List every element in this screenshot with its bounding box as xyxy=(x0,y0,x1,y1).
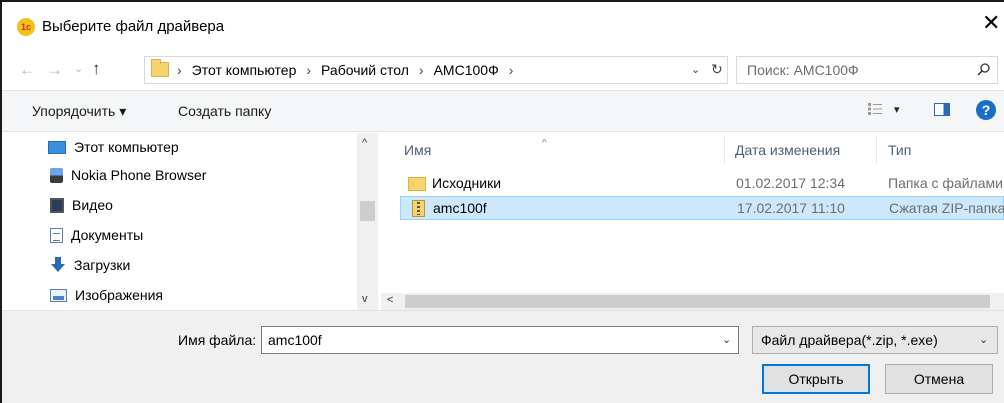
zip-folder-icon xyxy=(412,200,425,217)
scroll-thumb[interactable] xyxy=(405,295,990,308)
chevron-down-icon[interactable]: ⌄ xyxy=(691,63,700,76)
close-icon[interactable]: ✕ xyxy=(982,12,1000,34)
file-row-selected[interactable]: amc100f 17.02.2017 11:10 Сжатая ZIP-папк… xyxy=(400,196,1004,220)
file-type: Сжатая ZIP-папка xyxy=(889,200,1004,216)
open-button[interactable]: Открыть xyxy=(762,364,870,394)
sidebar-item-documents[interactable]: Документы xyxy=(50,227,143,243)
view-options-icon[interactable] xyxy=(868,103,882,115)
organize-button[interactable]: Упорядочить ▾ xyxy=(32,103,126,120)
file-row[interactable]: Исходники 01.02.2017 12:34 Папка с файла… xyxy=(400,172,1004,196)
sidebar-item-label: Видео xyxy=(72,197,113,213)
navigation-pane: Этот компьютер Nokia Phone Browser Видео… xyxy=(2,133,378,310)
navigation-scrollbar[interactable]: ^ v xyxy=(357,133,378,310)
chevron-down-icon[interactable]: ⌄ xyxy=(979,333,988,346)
command-bar: Упорядочить ▾ Создать папку ▾ ? xyxy=(2,90,1004,132)
dialog-footer: Имя файла: amc100f ⌄ Файл драйвера(*.zip… xyxy=(2,310,1004,403)
app-logo-icon: 1с xyxy=(17,18,35,36)
back-arrow-icon[interactable]: ← xyxy=(19,60,36,80)
preview-pane-icon[interactable] xyxy=(934,103,950,116)
breadcrumb: › Этот компьютер › Рабочий стол › АМС100… xyxy=(177,62,513,78)
sidebar-item-label: Изображения xyxy=(75,287,163,303)
sidebar-item-this-pc[interactable]: Этот компьютер xyxy=(48,139,179,155)
column-header-type[interactable]: Тип xyxy=(888,142,911,158)
chevron-right-icon[interactable]: › xyxy=(509,62,514,78)
file-name: amc100f xyxy=(433,200,487,216)
column-header-name[interactable]: Имя xyxy=(404,142,431,158)
chevron-right-icon[interactable]: › xyxy=(306,62,311,78)
up-arrow-icon[interactable]: ↑ xyxy=(92,59,101,79)
pictures-icon xyxy=(50,288,67,302)
sidebar-item-label: Загрузки xyxy=(74,257,131,273)
breadcrumb-item[interactable]: АМС100Ф xyxy=(434,62,499,78)
file-type: Папка с файлами xyxy=(888,175,1003,191)
sidebar-item-nokia[interactable]: Nokia Phone Browser xyxy=(50,167,206,183)
computer-icon xyxy=(48,140,66,154)
breadcrumb-item[interactable]: Этот компьютер xyxy=(192,62,297,78)
window-title: Выберите файл драйвера xyxy=(42,18,225,35)
search-input[interactable]: Поиск: АМС100Ф xyxy=(736,56,998,84)
column-divider[interactable] xyxy=(724,136,725,164)
video-icon xyxy=(50,197,64,213)
cancel-button[interactable]: Отмена xyxy=(885,364,993,394)
chevron-right-icon[interactable]: › xyxy=(419,62,424,78)
scroll-left-icon[interactable]: < xyxy=(387,294,393,306)
breadcrumb-item[interactable]: Рабочий стол xyxy=(321,62,409,78)
address-bar[interactable]: › Этот компьютер › Рабочий стол › АМС100… xyxy=(144,56,728,84)
file-open-dialog: 1с Выберите файл драйвера ✕ ← → ⌄ ↑ › Эт… xyxy=(0,0,1004,403)
file-name: Исходники xyxy=(432,175,502,191)
chevron-right-icon: › xyxy=(177,62,182,78)
folder-icon xyxy=(151,59,169,77)
scroll-up-icon[interactable]: ^ xyxy=(362,137,367,149)
filename-field[interactable]: amc100f ⌄ xyxy=(261,326,739,354)
column-header-date[interactable]: Дата изменения xyxy=(735,142,840,158)
file-list-scrollbar[interactable]: < xyxy=(381,293,1004,310)
scroll-down-icon[interactable]: v xyxy=(362,293,368,305)
file-date: 17.02.2017 11:10 xyxy=(737,200,845,216)
chevron-down-icon[interactable]: ⌄ xyxy=(722,333,731,346)
sidebar-item-pictures[interactable]: Изображения xyxy=(50,287,163,303)
address-row: ← → ⌄ ↑ › Этот компьютер › Рабочий стол … xyxy=(2,50,1004,90)
search-placeholder: Поиск: АМС100Ф xyxy=(747,62,859,78)
phone-icon xyxy=(50,167,63,183)
sidebar-item-label: Nokia Phone Browser xyxy=(71,167,207,183)
scroll-thumb[interactable] xyxy=(360,201,375,221)
sidebar-item-label: Этот компьютер xyxy=(74,139,179,155)
search-icon[interactable] xyxy=(977,62,991,76)
sidebar-item-downloads[interactable]: Загрузки xyxy=(50,257,130,273)
file-date: 01.02.2017 12:34 xyxy=(736,175,845,191)
sidebar-item-video[interactable]: Видео xyxy=(50,197,113,213)
forward-arrow-icon[interactable]: → xyxy=(46,60,63,80)
downloads-icon xyxy=(51,257,65,272)
refresh-icon[interactable]: ↻ xyxy=(711,61,723,78)
filetype-select[interactable]: Файл драйвера(*.zip, *.exe) ⌄ xyxy=(752,326,998,354)
filename-label: Имя файла: xyxy=(178,332,257,348)
documents-icon xyxy=(50,227,63,243)
sidebar-item-label: Документы xyxy=(71,227,144,243)
column-divider[interactable] xyxy=(876,136,877,164)
sort-ascending-icon: ^ xyxy=(542,138,547,149)
filetype-value: Файл драйвера(*.zip, *.exe) xyxy=(761,332,938,348)
folder-icon xyxy=(408,177,426,191)
title-bar: 1с Выберите файл драйвера ✕ xyxy=(2,2,1004,50)
help-icon[interactable]: ? xyxy=(976,100,996,120)
recent-locations-icon[interactable]: ⌄ xyxy=(74,62,83,75)
new-folder-button[interactable]: Создать папку xyxy=(178,103,271,119)
chevron-down-icon[interactable]: ▾ xyxy=(894,103,900,116)
filename-value[interactable]: amc100f xyxy=(268,332,322,348)
